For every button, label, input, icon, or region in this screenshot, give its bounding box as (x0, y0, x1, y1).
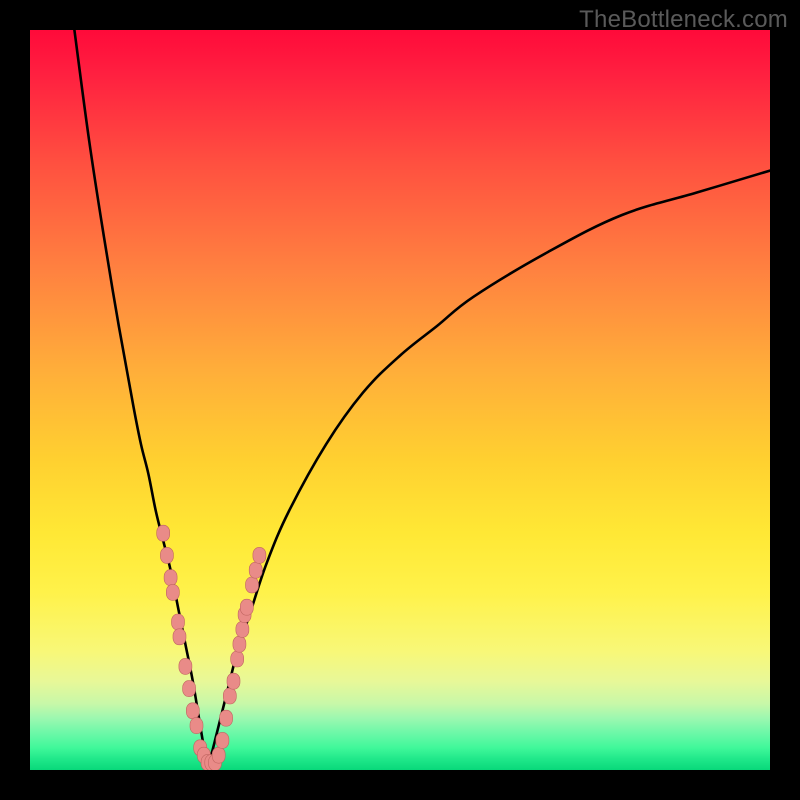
marker-point (233, 636, 246, 652)
marker-point (246, 577, 259, 593)
marker-point (160, 547, 173, 563)
marker-point (231, 651, 244, 667)
bottleneck-curve (74, 30, 770, 770)
marker-point (173, 629, 186, 645)
watermark-text: TheBottleneck.com (579, 6, 788, 34)
marker-point (249, 562, 262, 578)
curve-layer (30, 30, 770, 770)
marker-point (164, 570, 177, 586)
marker-point (216, 732, 229, 748)
marker-point (223, 688, 236, 704)
marker-point (179, 658, 192, 674)
marker-point (236, 621, 249, 637)
marker-point (227, 673, 240, 689)
marker-point (183, 681, 196, 697)
sample-markers (157, 525, 266, 770)
marker-point (253, 547, 266, 563)
marker-point (220, 710, 233, 726)
chart-frame: TheBottleneck.com (0, 0, 800, 800)
plot-area (30, 30, 770, 770)
marker-point (212, 747, 225, 763)
marker-point (186, 703, 199, 719)
marker-point (172, 614, 185, 630)
marker-point (190, 718, 203, 734)
marker-point (240, 599, 253, 615)
marker-point (166, 584, 179, 600)
marker-point (157, 525, 170, 541)
curve-right-branch (208, 171, 770, 770)
